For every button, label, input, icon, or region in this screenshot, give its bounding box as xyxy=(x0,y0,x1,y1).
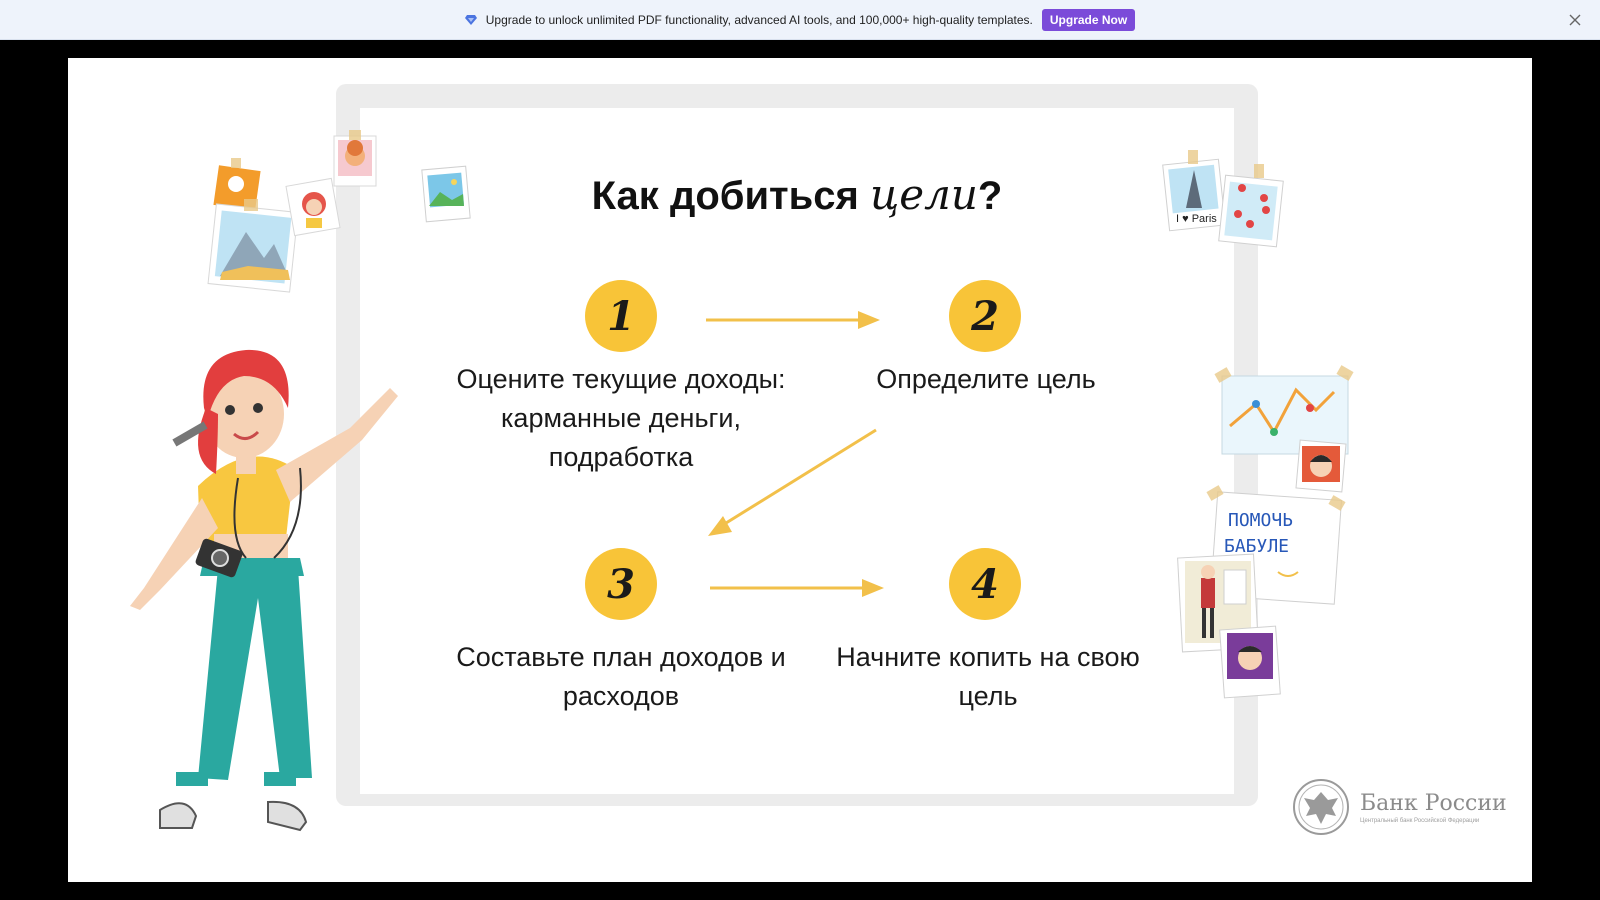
bank-subtitle: Центральный банк Российской Федерации xyxy=(1360,817,1480,824)
note-text-2: БАБУЛЕ xyxy=(1224,536,1289,557)
step-4-number: 4 xyxy=(949,548,1021,620)
photo-landscape-icon xyxy=(421,165,471,223)
photo-smiling-girl-icon xyxy=(1295,439,1347,493)
photo-boy-icon xyxy=(333,130,377,187)
title-main: Как добиться xyxy=(591,174,870,218)
eagle-emblem-icon xyxy=(1293,779,1349,835)
step-1-number: 1 xyxy=(585,280,657,352)
photo-boy-purple-icon xyxy=(1219,625,1281,699)
upgrade-now-button[interactable]: Upgrade Now xyxy=(1041,8,1136,31)
bank-name: Банк России xyxy=(1360,790,1507,816)
chart-note-icon xyxy=(1214,365,1354,455)
close-icon[interactable] xyxy=(1566,11,1584,29)
slide-title: Как добиться цели? xyxy=(360,170,1234,219)
step-3-text: Составьте план доходов и расходов xyxy=(456,642,786,711)
title-end: ? xyxy=(977,174,1003,218)
title-italic: цели xyxy=(869,170,978,219)
photo-girl-icon xyxy=(285,177,341,237)
presentation-slide: Как добиться цели? 1 Оцените текущие дох… xyxy=(68,58,1532,882)
note-text-1: ПОМОЧЬ xyxy=(1228,510,1293,531)
step-3-number: 3 xyxy=(585,548,657,620)
banner-message: Upgrade to unlock unlimited PDF function… xyxy=(485,12,1033,27)
photo-mountains-icon xyxy=(207,199,299,293)
step-2-number: 2 xyxy=(949,280,1021,352)
upgrade-banner: Upgrade to unlock unlimited PDF function… xyxy=(0,0,1600,40)
paris-label: I ♥ Paris xyxy=(1176,213,1217,225)
step-1-text: Оцените текущие доходы: карманные деньги… xyxy=(456,364,786,472)
step-2-text: Определите цель xyxy=(876,364,1096,394)
bank-logo: Банк России Центральный банк Российской … xyxy=(1292,778,1507,836)
step-4-text: Начните копить на свою цель xyxy=(836,642,1140,711)
gem-icon xyxy=(464,14,477,25)
